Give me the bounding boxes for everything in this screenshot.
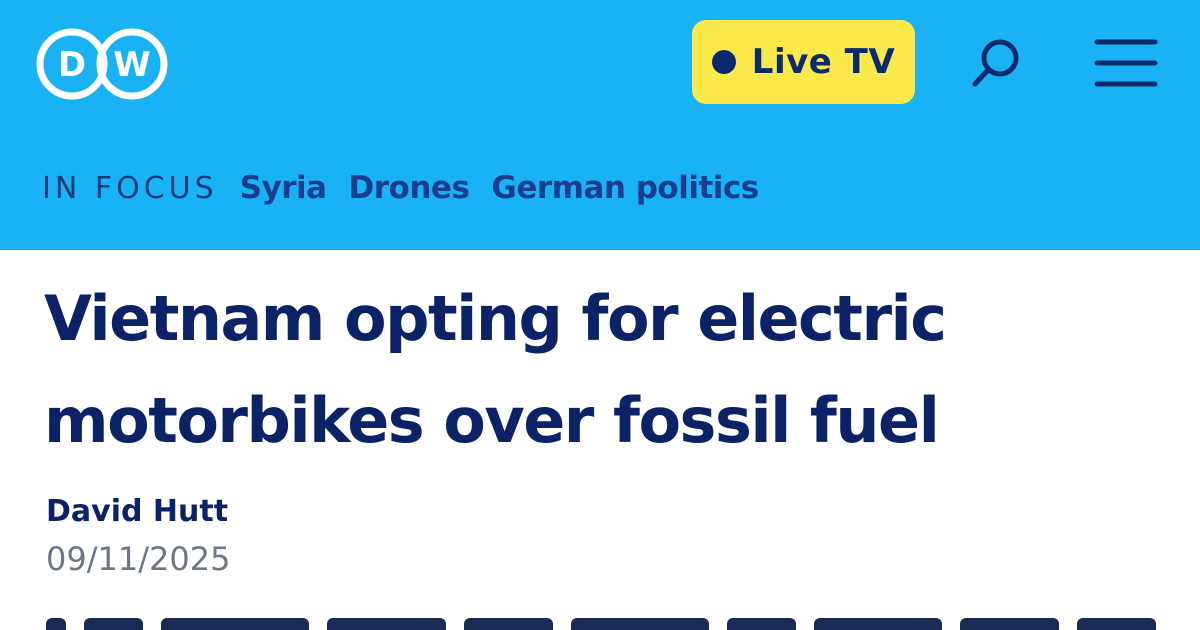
- live-dot-icon: [711, 50, 736, 74]
- live-tv-label: Live TV: [751, 42, 896, 82]
- menu-button[interactable]: [1094, 36, 1158, 90]
- article-headline: Vietnam opting for electric motorbikes o…: [44, 282, 947, 457]
- in-focus-label: IN FOCUS: [42, 171, 218, 206]
- search-button[interactable]: [966, 36, 1026, 92]
- logo-letter-w: W: [113, 45, 151, 85]
- focus-link-syria[interactable]: Syria: [240, 170, 327, 206]
- focus-link-german-politics[interactable]: German politics: [491, 170, 759, 206]
- article-author[interactable]: David Hutt: [46, 494, 228, 529]
- search-icon: [972, 39, 1019, 87]
- site-header: D W Live TV IN FOCUS Syria Drones German…: [0, 0, 1200, 250]
- logo-letter-d: D: [58, 45, 86, 85]
- dw-logo[interactable]: D W: [36, 28, 168, 100]
- article-date: 09/11/2025: [46, 540, 231, 578]
- focus-link-drones[interactable]: Drones: [349, 170, 470, 206]
- live-tv-button[interactable]: Live TV: [692, 20, 915, 104]
- hamburger-menu-icon: [1094, 39, 1158, 87]
- in-focus-bar: IN FOCUS Syria Drones German politics: [42, 170, 781, 206]
- teaser-text-cropped: [46, 618, 1156, 630]
